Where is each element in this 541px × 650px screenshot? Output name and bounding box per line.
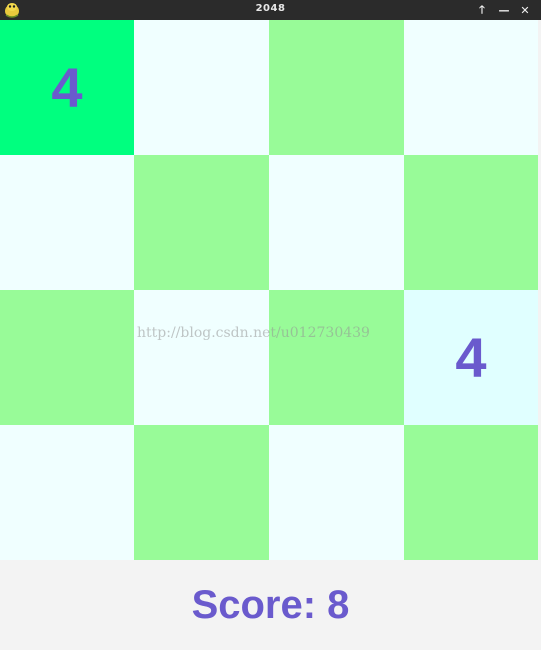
tile-r3-c3 — [404, 425, 538, 560]
tile-r2-c1 — [134, 290, 269, 425]
tile-r1-c2 — [269, 155, 404, 290]
arrow-up-icon: 🡑 — [479, 2, 485, 16]
tile-r1-c0 — [0, 155, 134, 290]
maximize-button[interactable]: 🡑 — [474, 2, 490, 18]
window-title: 2048 — [255, 3, 286, 14]
tile-r1-c1 — [134, 155, 269, 290]
tile-r0-c1 — [134, 20, 269, 155]
tile-r2-c0 — [0, 290, 134, 425]
minimize-button[interactable]: — — [496, 2, 512, 18]
tile-r3-c0 — [0, 425, 134, 560]
game-board[interactable]: 44 — [0, 20, 538, 560]
tile-r1-c3 — [404, 155, 538, 290]
close-button[interactable]: ✕ — [517, 2, 533, 18]
tile-r0-c2 — [269, 20, 404, 155]
title-bar: 2048 🡑 — ✕ — [0, 0, 541, 20]
score-label: Score: 8 — [191, 582, 350, 627]
tile-r0-c3 — [404, 20, 538, 155]
tile-r0-c0: 4 — [0, 20, 134, 155]
tile-r2-c3: 4 — [404, 290, 538, 425]
score-panel: Score: 8 — [0, 560, 541, 650]
tile-r2-c2 — [269, 290, 404, 425]
tile-r3-c1 — [134, 425, 269, 560]
minimize-icon: — — [498, 3, 510, 17]
close-icon: ✕ — [520, 3, 530, 17]
tile-r3-c2 — [269, 425, 404, 560]
